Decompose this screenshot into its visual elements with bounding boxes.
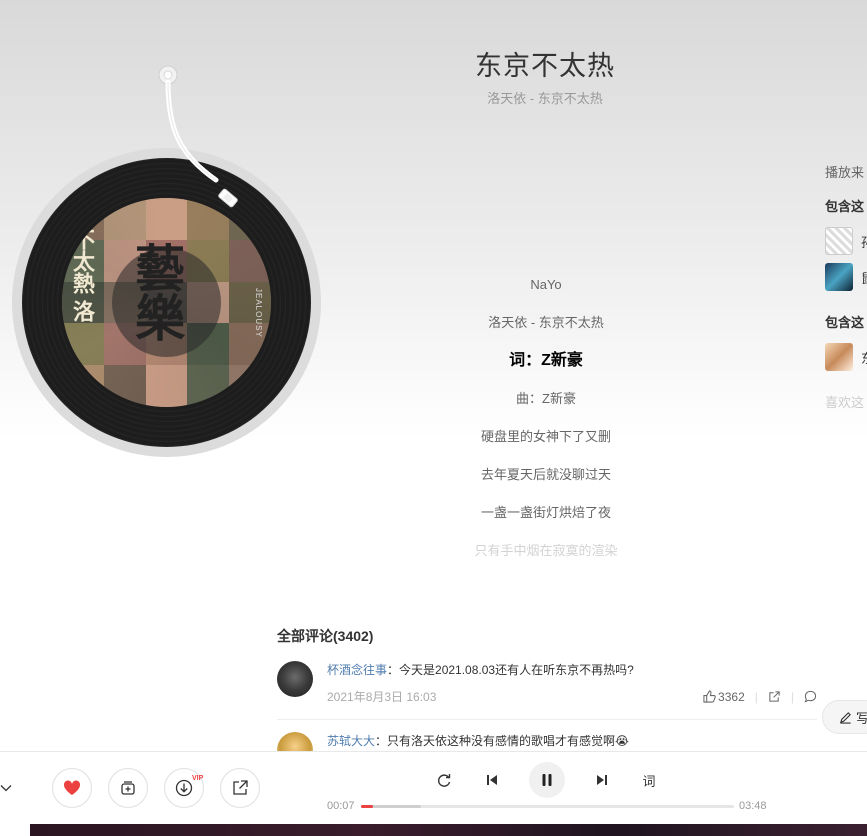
comment-username[interactable]: 苏轼大大	[327, 734, 375, 748]
lyrics-panel: NaYo 洛天依 - 东京不太热 词：Z新豪曲：Z新豪硬盘里的女神下了又删 去年夏天后…	[376, 276, 716, 580]
playlist-heading: 包含这	[825, 199, 865, 214]
progress-played	[361, 805, 373, 808]
total-time: 03:48	[739, 800, 767, 812]
previous-button[interactable]	[482, 771, 502, 789]
side-panel: 播放来 包含这 孙 鼠 包含这 东 喜欢这	[825, 162, 867, 410]
playlist-item-label: 孙	[861, 232, 867, 251]
cover-side-text: 不太熱 洛	[70, 228, 95, 323]
playlist-thumb	[825, 227, 853, 255]
skip-back-icon	[487, 775, 497, 785]
comment-item: 杯酒念往事：今天是2021.08.03还有人在听东京不再热吗? 2021年8月3…	[277, 661, 817, 705]
lyric-line: 曲：Z新豪	[516, 391, 576, 406]
divider: |	[754, 689, 758, 704]
playlist-thumb	[825, 263, 853, 291]
comment-time: 2021年8月3日 16:03	[327, 690, 437, 704]
loop-icon	[438, 774, 451, 787]
pen-icon	[839, 711, 851, 724]
similar-item-label: 东	[861, 348, 867, 367]
current-time: 00:07	[327, 800, 355, 812]
download-icon	[175, 779, 193, 797]
lyric-line: 词：Z新豪	[509, 352, 583, 369]
comment-text: ：只有洛天依这种没有感情的歌唱才有感觉啊😭	[375, 734, 630, 748]
tonearm	[158, 65, 238, 208]
lyric-line: 硬盘里的女神下了又删	[480, 429, 611, 444]
write-comment-button[interactable]: 写	[822, 700, 867, 734]
lyric-line: 只有手中烟在寂寞的渲染	[474, 543, 618, 558]
album-cover: 藝樂 不太熱 洛 JEALOUSY	[62, 198, 271, 407]
share-icon[interactable]	[768, 690, 781, 703]
comment-username[interactable]: 杯酒念往事	[327, 663, 387, 677]
play-mode-button[interactable]	[434, 771, 454, 789]
comments-section: 全部评论(3402) 杯酒念往事：今天是2021.08.03还有人在听东京不再热…	[277, 626, 817, 768]
heart-icon	[63, 780, 81, 795]
like-button[interactable]: 3362	[703, 690, 745, 704]
download-button[interactable]: VIP	[164, 768, 204, 808]
pause-button[interactable]	[529, 762, 565, 798]
progress-bar[interactable]	[361, 805, 734, 808]
comments-title: 全部评论(3402)	[277, 628, 374, 644]
song-title: 东京不太热	[475, 51, 615, 81]
background-image-edge	[30, 824, 867, 836]
cover-brand-text: JEALOUSY	[254, 288, 263, 338]
next-button[interactable]	[592, 771, 612, 789]
similar-item[interactable]: 东	[825, 342, 867, 372]
collect-icon	[121, 781, 135, 795]
thumbs-up-icon	[703, 690, 716, 703]
play-source-label[interactable]: 播放来	[825, 162, 867, 180]
pause-icon	[542, 774, 552, 786]
add-to-playlist-button[interactable]	[108, 768, 148, 808]
vip-badge: VIP	[192, 775, 204, 782]
chevron-down-icon[interactable]	[0, 782, 12, 794]
similar-thumb	[825, 343, 853, 371]
like-label: 喜欢这	[825, 395, 865, 410]
similar-heading: 包含这	[825, 315, 865, 330]
avatar[interactable]	[277, 661, 313, 697]
reply-icon[interactable]	[804, 690, 817, 703]
skip-forward-icon	[597, 775, 607, 785]
comment-text: ：今天是2021.08.03还有人在听东京不再热吗?	[387, 663, 634, 677]
playlist-item-label: 鼠	[861, 268, 867, 287]
lyrics-toggle-button[interactable]: 词	[638, 771, 660, 789]
cover-title-glyph: 藝樂	[127, 242, 186, 342]
song-subtitle[interactable]: 洛天依 - 东京不太热	[0, 88, 867, 107]
like-count: 3362	[718, 689, 745, 704]
share-song-button[interactable]	[220, 768, 260, 808]
lyric-line: 去年夏天后就没聊过天	[480, 467, 611, 482]
divider: |	[790, 689, 794, 704]
write-comment-label: 写	[856, 710, 867, 726]
share-icon	[233, 780, 248, 795]
playlist-item[interactable]: 鼠	[825, 262, 867, 292]
like-song-button[interactable]	[52, 768, 92, 808]
comment-divider	[277, 719, 817, 720]
playlist-item[interactable]: 孙	[825, 226, 867, 256]
lyric-line: NaYo	[530, 277, 562, 292]
lyric-line: 洛天依 - 东京不太热	[488, 315, 604, 330]
lyric-line: 一盏一盏街灯烘焙了夜	[480, 505, 611, 520]
